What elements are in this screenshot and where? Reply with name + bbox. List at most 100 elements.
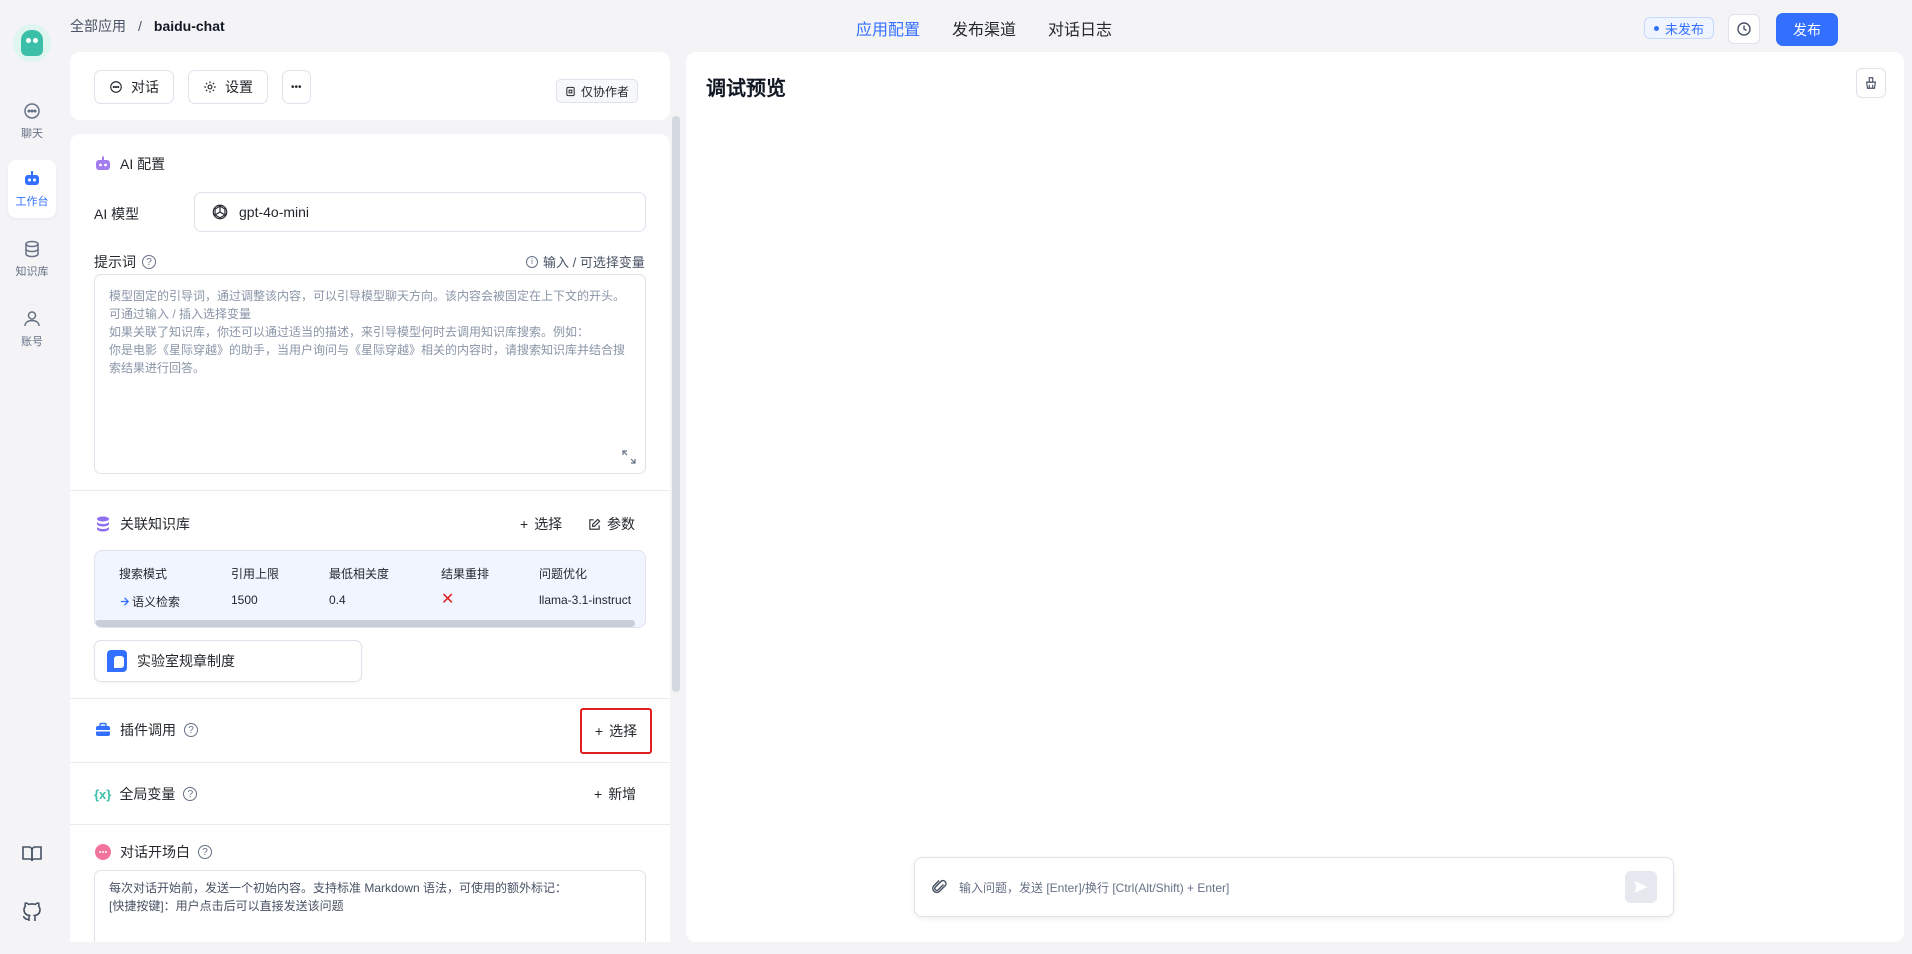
divider	[70, 698, 670, 699]
breadcrumb: 全部应用 / baidu-chat	[70, 16, 225, 36]
vars-add-button[interactable]: + 新增	[594, 784, 636, 804]
plus-icon: +	[594, 786, 603, 802]
book-icon	[22, 846, 42, 862]
ai-model-select[interactable]: gpt-4o-mini	[194, 192, 646, 232]
nav-label: 工作台	[15, 196, 49, 208]
ai-config-title: AI 配置	[120, 156, 166, 172]
prompt-hint: i 输入 / 可选择变量	[526, 252, 645, 271]
nav-item-account[interactable]: 账号	[8, 300, 56, 358]
info-icon: i	[526, 255, 538, 268]
variable-icon: {x}	[94, 786, 112, 802]
toolbar-card: 对话 设置 ••• 仅协作者	[70, 52, 670, 120]
clock-icon	[1737, 22, 1751, 36]
kb-params-button[interactable]: 参数	[588, 514, 635, 534]
table-header: 搜索模式	[119, 567, 168, 581]
nav-item-workbench[interactable]: 工作台	[8, 160, 56, 218]
plugin-select-button[interactable]: + 选择	[580, 708, 652, 754]
help-icon[interactable]: ?	[184, 723, 198, 737]
prompt-placeholder-line: 索结果进行回答。	[109, 361, 206, 375]
plus-icon: +	[520, 516, 529, 532]
tab-app-config[interactable]: 应用配置	[856, 16, 920, 40]
publish-button[interactable]: 发布	[1776, 13, 1838, 46]
nav-label: 账号	[21, 336, 43, 348]
robot-icon	[96, 156, 110, 170]
table-scrollbar[interactable]	[95, 620, 635, 627]
nav-item-chat[interactable]: 聊天	[8, 92, 56, 150]
settings-button[interactable]: 设置	[188, 70, 268, 104]
table-header: 问题优化	[539, 567, 588, 581]
prompt-placeholder-line: 模型固定的引导词，通过调整该内容，可以引导模型聊天方向。该内容会被固定在上下文的…	[109, 289, 626, 303]
kb-header: 关联知识库	[94, 514, 190, 534]
table-cell: llama-3.1-instruct	[539, 593, 632, 607]
send-button[interactable]	[1625, 871, 1657, 903]
collaborator-label: 仅协作者	[581, 84, 630, 99]
table-cell: 语义检索	[119, 593, 180, 610]
table-header: 引用上限	[231, 567, 280, 581]
prompt-placeholder-line: 你是电影《星际穿越》的助手，当用户询问与《星际穿越》相关的内容时，请搜索知识库并…	[109, 343, 626, 357]
tab-publish-channel[interactable]: 发布渠道	[952, 16, 1016, 40]
settings-button-label: 设置	[225, 79, 253, 95]
ai-model-label: AI 模型	[94, 206, 140, 222]
prompt-textarea[interactable]: 模型固定的引导词，通过调整该内容，可以引导模型聊天方向。该内容会被固定在上下文的…	[94, 274, 646, 474]
rerank-off-icon: ✕	[441, 591, 455, 608]
top-bar: 全部应用 / baidu-chat 应用配置 发布渠道 对话日志	[64, 0, 1912, 52]
collaborator-tag[interactable]: 仅协作者	[556, 79, 639, 103]
chat-input-box[interactable]: 输入问题，发送 [Enter]/换行 [Ctrl(Alt/Shift) + En…	[914, 857, 1674, 917]
debug-preview-panel: 调试预览 输入问题，发送 [Enter]/换行 [Ctrl(Alt/Shift)…	[686, 52, 1904, 942]
ai-model-value: gpt-4o-mini	[239, 204, 310, 220]
vars-header: {x} 全局变量 ?	[94, 784, 198, 804]
expand-icon[interactable]	[621, 449, 637, 465]
opening-header: 对话开场白 ?	[94, 842, 212, 862]
chat-button-label: 对话	[131, 79, 159, 95]
prompt-hint-text: 输入 / 可选择变量	[543, 255, 645, 270]
clear-chat-button[interactable]	[1856, 68, 1886, 98]
table-cell: 1500	[231, 593, 258, 607]
chat-button[interactable]: 对话	[94, 70, 174, 104]
breadcrumb-root[interactable]: 全部应用	[70, 16, 126, 36]
database-icon	[97, 516, 109, 532]
top-tabs: 应用配置 发布渠道 对话日志	[856, 16, 1112, 40]
breadcrumb-separator: /	[138, 18, 142, 34]
plugin-title: 插件调用	[120, 722, 176, 738]
kb-select-button[interactable]: + 选择	[520, 514, 562, 534]
table-cell: 0.4	[329, 593, 346, 607]
opening-textarea[interactable]: 每次对话开始前，发送一个初始内容。支持标准 Markdown 语法，可使用的额外…	[94, 870, 646, 942]
toolbox-icon	[96, 722, 110, 736]
ai-config-header: AI 配置	[94, 154, 165, 174]
divider	[70, 824, 670, 825]
prompt-placeholder-line: 如果关联了知识库，你还可以通过适当的描述，来引导模型何时去调用知识库搜索。例如：	[109, 325, 590, 339]
help-icon[interactable]: ?	[183, 787, 198, 801]
help-icon[interactable]: ?	[142, 255, 156, 269]
nav-label: 知识库	[15, 266, 49, 278]
preview-title: 调试预览	[706, 78, 786, 100]
kb-item-name: 实验室规章制度	[137, 653, 235, 669]
history-button[interactable]	[1728, 14, 1760, 44]
kb-title: 关联知识库	[120, 516, 190, 532]
nav-item-knowledge[interactable]: 知识库	[8, 230, 56, 288]
kb-select-label: 选择	[534, 516, 563, 532]
docs-link[interactable]	[20, 842, 44, 866]
app-logo[interactable]	[13, 24, 51, 62]
kb-params-label: 参数	[607, 516, 635, 532]
more-icon: •••	[291, 81, 302, 93]
prompt-label: 提示词	[94, 254, 136, 270]
vars-title: 全局变量	[119, 786, 176, 802]
kb-item[interactable]: 实验室规章制度	[94, 640, 362, 682]
database-icon	[25, 240, 39, 258]
attach-icon[interactable]	[931, 878, 949, 896]
chat-icon	[24, 103, 40, 119]
opening-title: 对话开场白	[120, 844, 190, 860]
plus-icon: +	[594, 723, 604, 739]
panel-scrollbar[interactable]	[672, 116, 680, 692]
more-button[interactable]: •••	[282, 70, 311, 104]
welcome-icon	[95, 844, 111, 860]
gear-icon	[204, 81, 216, 93]
left-nav: 聊天 工作台 知识库 账号	[0, 0, 64, 954]
github-link[interactable]	[20, 900, 44, 924]
robot-icon	[25, 171, 39, 185]
tab-chat-logs[interactable]: 对话日志	[1048, 16, 1112, 40]
breadcrumb-current: baidu-chat	[153, 18, 225, 34]
edit-icon	[589, 518, 601, 530]
kb-params-table: 搜索模式 引用上限 最低相关度 结果重排 问题优化 语义检索 1500 0.4 …	[94, 550, 646, 628]
help-icon[interactable]: ?	[198, 845, 212, 859]
